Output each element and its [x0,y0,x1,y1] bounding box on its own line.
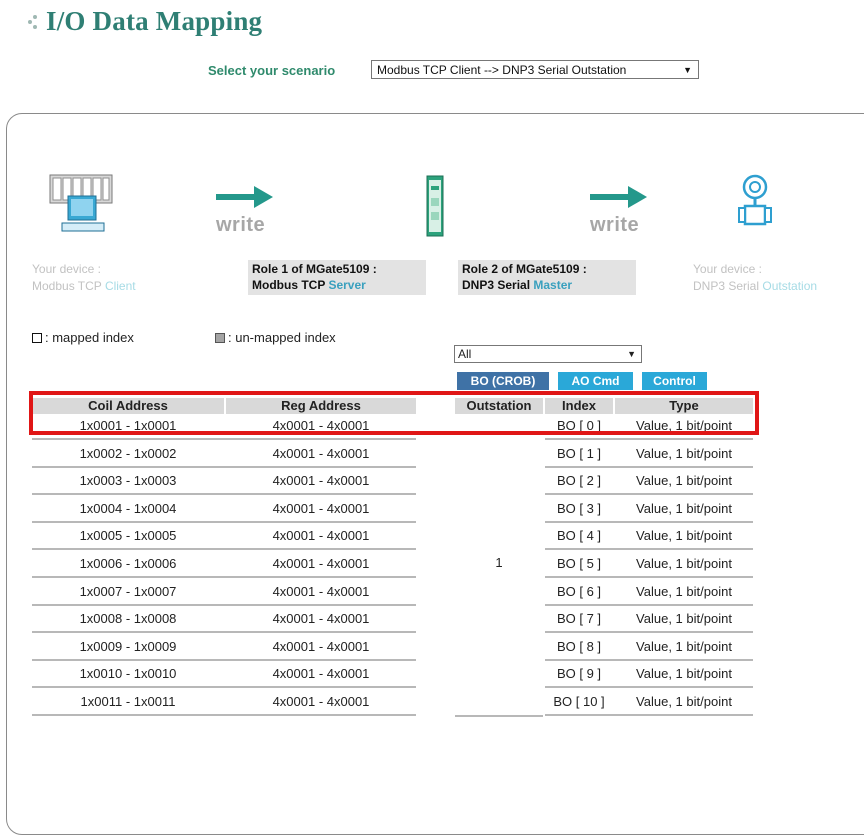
cell-index: BO [ 2 ] [556,473,602,488]
mapped-square-icon [32,332,42,343]
cell-type: Value, 1 bit/point [636,473,732,488]
write-arrow-left: write [216,185,274,237]
cell-index: BO [ 5 ] [556,556,602,571]
cell-reg: 4x0001 - 4x0001 [272,694,370,709]
outstation-value: 1 [495,555,503,570]
cell-reg: 4x0001 - 4x0001 [272,584,370,599]
right-arrow-icon [216,186,273,208]
cell-coil: 1x0006 - 1x0006 [79,556,177,571]
cell-index: BO [ 8 ] [556,639,602,654]
cell-coil: 1x0003 - 1x0003 [79,473,177,488]
table-row-divider [545,714,753,716]
cell-type: Value, 1 bit/point [636,501,732,516]
ao-cmd-button[interactable]: AO Cmd [558,372,633,390]
device-left-label: Your device : Modbus TCP Client [32,261,136,295]
cell-reg: 4x0001 - 4x0001 [272,528,370,543]
legend-mapped-label: : mapped index [45,330,134,345]
role1-role: Server [328,278,366,292]
role1-line1: Role 1 of MGate5109 : [252,262,377,276]
cell-type: Value, 1 bit/point [636,639,732,654]
device-left-protocol: Modbus TCP [32,279,105,293]
device-left-line2: Modbus TCP Client [32,278,136,295]
cell-reg: 4x0001 - 4x0001 [272,556,370,571]
flowmeter-icon [738,174,772,226]
scenario-select[interactable]: Modbus TCP Client --> DNP3 Serial Outsta… [371,60,699,79]
cell-reg: 4x0001 - 4x0001 [272,501,370,516]
cell-type: Value, 1 bit/point [636,528,732,543]
cell-type: Value, 1 bit/point [636,694,732,709]
write-label-right: write [590,214,640,236]
control-button[interactable]: Control [642,372,707,390]
gateway-device-icon [426,175,444,237]
cell-coil: 1x0004 - 1x0004 [79,501,177,516]
role2-line1: Role 2 of MGate5109 : [462,262,587,276]
role2-protocol: DNP3 Serial [462,278,534,292]
cell-coil: 1x0008 - 1x0008 [79,611,177,626]
dropdown-arrow-icon: ▼ [683,65,692,75]
cell-index: BO [ 10 ] [553,694,605,709]
filter-select[interactable]: All ▼ [454,345,642,363]
scenario-selected-value: Modbus TCP Client --> DNP3 Serial Outsta… [377,63,627,77]
role2-box: Role 2 of MGate5109 : DNP3 Serial Master [458,260,636,295]
device-right-role: Outstation [762,279,818,293]
role1-protocol: Modbus TCP [252,278,329,292]
cell-index: BO [ 6 ] [556,584,602,599]
cell-type: Value, 1 bit/point [636,556,732,571]
cell-index: BO [ 1 ] [556,446,602,461]
legend-unmapped: : un-mapped index [215,330,336,345]
legend-mapped: : mapped index [32,330,134,345]
cell-index: BO [ 4 ] [556,528,602,543]
unmapped-square-icon [215,332,225,343]
device-left-line1: Your device : [32,262,101,276]
filter-selected-value: All [458,347,472,361]
cell-index: BO [ 3 ] [556,501,602,516]
page-title-text: I/O Data Mapping [46,6,263,36]
role1-line2: Modbus TCP Server [252,277,423,293]
cell-reg: 4x0001 - 4x0001 [272,666,370,681]
bo-crob-button[interactable]: BO (CROB) [457,372,549,390]
cell-index: BO [ 7 ] [556,611,602,626]
dots-icon [28,14,44,30]
role2-line2: DNP3 Serial Master [462,277,633,293]
write-arrow-right: write [590,185,648,237]
role1-box: Role 1 of MGate5109 : Modbus TCP Server [248,260,426,295]
dropdown-arrow-icon: ▼ [627,349,636,359]
cell-type: Value, 1 bit/point [636,666,732,681]
outstation-bottom-line [455,715,543,717]
cell-type: Value, 1 bit/point [636,584,732,599]
cell-reg: 4x0001 - 4x0001 [272,473,370,488]
cell-reg: 4x0001 - 4x0001 [272,639,370,654]
device-left-role: Client [104,279,136,293]
page-title: I/O Data Mapping [28,6,262,37]
plc-computer-icon [49,174,113,232]
device-right-line1: Your device : [693,262,762,276]
right-arrow-icon [590,186,647,208]
cell-reg: 4x0001 - 4x0001 [272,611,370,626]
cell-coil: 1x0002 - 1x0002 [79,446,177,461]
highlight-box [29,391,759,435]
cell-reg: 4x0001 - 4x0001 [272,446,370,461]
cell-coil: 1x0010 - 1x0010 [79,666,177,681]
cell-type: Value, 1 bit/point [636,611,732,626]
write-label-left: write [216,214,266,236]
scenario-label: Select your scenario [208,63,336,78]
cell-type: Value, 1 bit/point [636,446,732,461]
device-right-line2: DNP3 Serial Outstation [693,278,817,295]
cell-coil: 1x0007 - 1x0007 [79,584,177,599]
legend-unmapped-label: : un-mapped index [228,330,336,345]
cell-coil: 1x0005 - 1x0005 [79,528,177,543]
cell-coil: 1x0011 - 1x0011 [80,694,176,709]
device-right-label: Your device : DNP3 Serial Outstation [693,261,817,295]
cell-coil: 1x0009 - 1x0009 [79,639,177,654]
cell-index: BO [ 9 ] [556,666,602,681]
device-right-protocol: DNP3 Serial [693,279,763,293]
role2-role: Master [533,278,573,292]
table-row-divider [32,714,416,716]
